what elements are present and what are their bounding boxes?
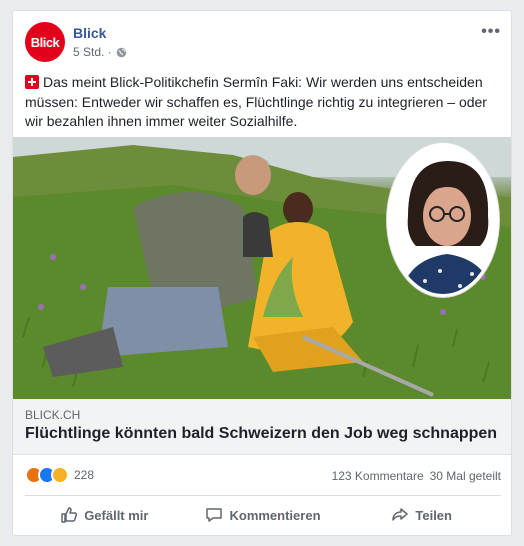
share-count-link[interactable]: 30 Mal geteilt [430, 469, 501, 483]
post-stats: 228 123 Kommentare 30 Mal geteilt [25, 463, 501, 489]
comment-label: Kommentieren [229, 507, 321, 523]
comment-button[interactable]: Kommentieren [184, 499, 343, 531]
thumbs-up-icon [61, 507, 78, 523]
more-options-icon[interactable]: ••• [481, 23, 501, 41]
author-portrait [387, 143, 499, 297]
like-label: Gefällt mir [84, 507, 149, 523]
reaction-count: 228 [74, 468, 95, 482]
post-image[interactable] [13, 137, 511, 399]
post-text: Das meint Blick-Politikchefin Sermîn Fak… [25, 73, 501, 132]
link-domain: BLICK.CH [25, 408, 81, 422]
page-name-link[interactable]: Blick [73, 25, 106, 41]
post-meta: 5 Std. · [73, 45, 127, 59]
post-timestamp[interactable]: 5 Std. · [73, 45, 112, 59]
share-arrow-icon [392, 508, 409, 521]
comment-count-link[interactable]: 123 Kommentare [332, 469, 424, 483]
comment-bubble-icon [206, 508, 223, 522]
link-preview[interactable]: BLICK.CH Flüchtlinge könnten bald Schwei… [13, 399, 511, 455]
actions-divider [25, 495, 501, 496]
page-avatar[interactable]: Blick [25, 22, 65, 62]
globe-icon [116, 47, 126, 57]
portrait-illustration [390, 146, 496, 294]
haha-reaction-icon [51, 466, 69, 484]
swiss-flag-icon [25, 75, 39, 89]
link-headline[interactable]: Flüchtlinge könnten bald Schweizern den … [25, 425, 497, 443]
post-header: Blick Blick 5 Std. · ••• [13, 11, 511, 71]
engagement-stats: 123 Kommentare 30 Mal geteilt [332, 469, 501, 483]
share-label: Teilen [415, 507, 452, 523]
post-text-body: Das meint Blick-Politikchefin Sermîn Fak… [25, 74, 487, 129]
post-card: Blick Blick 5 Std. · ••• Das meint Blick… [12, 10, 512, 536]
reaction-summary[interactable]: 228 [25, 466, 94, 484]
like-button[interactable]: Gefällt mir [25, 499, 184, 531]
share-button[interactable]: Teilen [342, 499, 501, 531]
post-actions: Gefällt mir Kommentieren Teilen [25, 499, 501, 531]
